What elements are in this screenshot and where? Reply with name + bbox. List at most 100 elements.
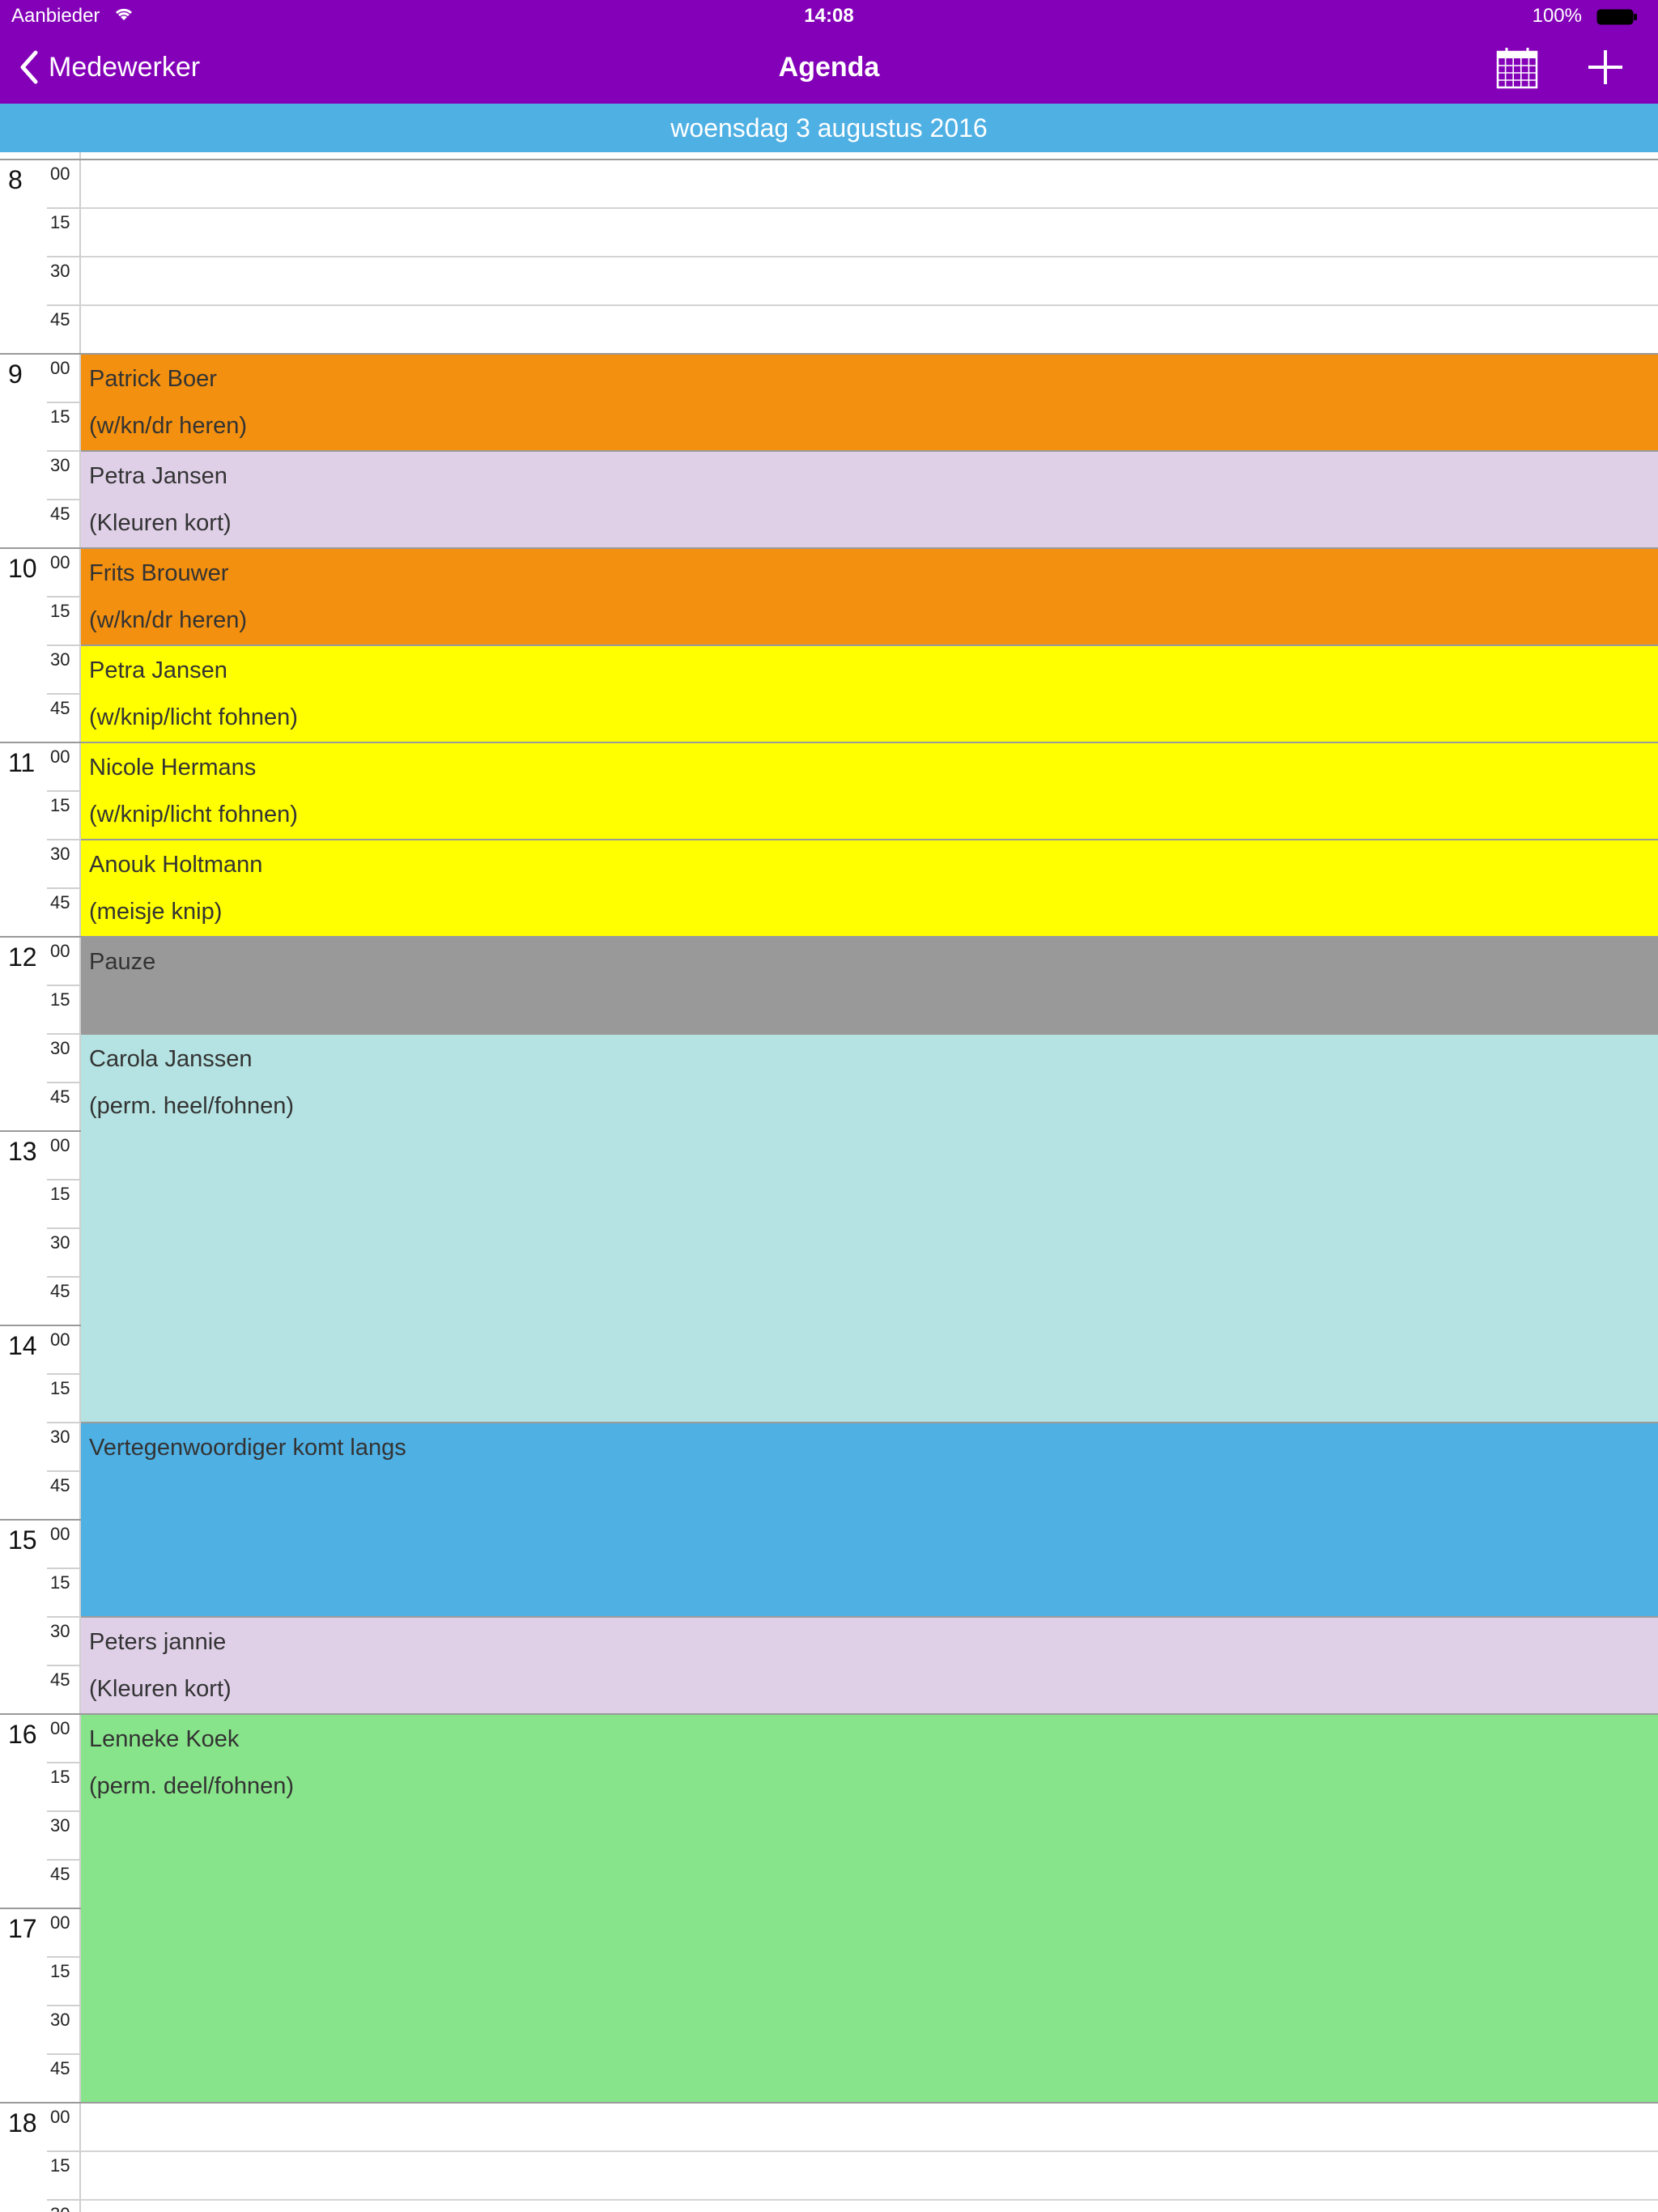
- minute-label: 45: [50, 1281, 70, 1301]
- appointment-client: Peters jannie: [89, 1629, 227, 1655]
- quarter-tick: [47, 1033, 81, 1035]
- minute-label: 30: [50, 1038, 70, 1058]
- minute-label: 30: [50, 261, 70, 281]
- minute-label: 45: [50, 698, 70, 718]
- appointment-block[interactable]: Patrick Boer (w/kn/dr heren): [81, 353, 1658, 450]
- time-slot[interactable]: [81, 159, 1658, 160]
- appointment-block[interactable]: Vertegenwoordiger komt langs: [81, 1422, 1658, 1616]
- quarter-tick: [47, 1082, 81, 1083]
- quarter-tick: [47, 450, 81, 452]
- minute-label: 15: [50, 601, 70, 621]
- minute-label: 00: [50, 164, 70, 184]
- hour-label: 17: [8, 1914, 37, 1943]
- quarter-tick: [47, 1762, 81, 1763]
- quarter-tick: [47, 644, 81, 646]
- appointment-block[interactable]: Peters jannie (Kleuren kort): [81, 1616, 1658, 1713]
- quarter-tick: [47, 985, 81, 986]
- appointment-client: Pauze: [89, 949, 156, 975]
- minute-label: 30: [50, 1621, 70, 1641]
- time-slot[interactable]: [81, 2199, 1658, 2201]
- appointment-service: (perm. heel/fohnen): [89, 1093, 295, 1119]
- minute-label: 30: [50, 1427, 70, 1447]
- appointment-block[interactable]: Pauze: [81, 936, 1658, 1033]
- time-slot[interactable]: [81, 304, 1658, 306]
- appointment-block[interactable]: Petra Jansen (w/knip/licht fohnen): [81, 644, 1658, 742]
- appointment-grid[interactable]: Patrick Boer (w/kn/dr heren) Petra Jansen (…: [81, 152, 1658, 2212]
- hour-label: 15: [8, 1525, 37, 1555]
- minute-label: 15: [50, 2155, 70, 2176]
- quarter-tick: [47, 1956, 81, 1958]
- minute-label: 30: [50, 455, 70, 475]
- time-slot[interactable]: [81, 207, 1658, 209]
- quarter-tick: [47, 1227, 81, 1229]
- minute-label: 15: [50, 1184, 70, 1204]
- battery-icon: [1596, 8, 1639, 25]
- minute-label: 00: [50, 1718, 70, 1738]
- battery-percent: 100%: [1532, 5, 1582, 27]
- appointment-block[interactable]: Nicole Hermans (w/knip/licht fohnen): [81, 742, 1658, 839]
- quarter-tick: [47, 1616, 81, 1618]
- hour-label: 14: [8, 1331, 37, 1360]
- quarter-tick: [47, 1373, 81, 1375]
- time-gutter: 8 00 15 30 45 9 00 15 30 45 10 00 15 30 45 11 00 15 30 45 12…: [0, 152, 81, 2212]
- minute-label: 30: [50, 844, 70, 864]
- appointment-client: Nicole Hermans: [89, 755, 257, 781]
- calendar-button[interactable]: [1493, 44, 1541, 92]
- hour-label: 18: [8, 2108, 37, 2138]
- appointment-block[interactable]: Carola Janssen (perm. heel/fohnen): [81, 1033, 1658, 1422]
- time-slot[interactable]: [81, 2150, 1658, 2152]
- day-agenda[interactable]: 8 00 15 30 45 9 00 15 30 45 10 00 15 30 45 11 00 15 30 45 12…: [0, 152, 1658, 2212]
- quarter-tick: [47, 207, 81, 209]
- time-slot[interactable]: [81, 256, 1658, 257]
- page-title: Agenda: [778, 52, 880, 83]
- quarter-tick: [47, 1179, 81, 1180]
- appointment-client: Petra Jansen: [89, 657, 227, 683]
- appointment-client: Patrick Boer: [89, 366, 217, 392]
- quarter-tick: [47, 1568, 81, 1569]
- quarter-tick: [47, 790, 81, 792]
- appointment-client: Lenneke Koek: [89, 1726, 240, 1752]
- minute-label: 15: [50, 212, 70, 232]
- minute-label: 45: [50, 309, 70, 330]
- hour-divider: [0, 1325, 81, 1326]
- appointment-client: Frits Brouwer: [89, 560, 229, 586]
- minute-label: 15: [50, 406, 70, 427]
- appointment-block[interactable]: Anouk Holtmann (meisje knip): [81, 839, 1658, 936]
- appointment-client: Carola Janssen: [89, 1046, 253, 1072]
- hour-label: 9: [8, 359, 23, 389]
- quarter-tick: [47, 1276, 81, 1278]
- minute-label: 00: [50, 2107, 70, 2127]
- quarter-tick: [47, 693, 81, 695]
- status-bar: Aanbieder 14:08 100%: [0, 0, 1658, 32]
- hour-divider: [0, 742, 81, 743]
- plus-icon: [1588, 50, 1622, 84]
- hour-label: 11: [8, 748, 36, 777]
- minute-label: 00: [50, 552, 70, 572]
- hour-divider: [0, 1713, 81, 1715]
- quarter-tick: [47, 887, 81, 889]
- appointment-service: (w/knip/licht fohnen): [89, 802, 298, 827]
- add-button[interactable]: [1585, 45, 1626, 89]
- appointment-block[interactable]: Frits Brouwer (w/kn/dr heren): [81, 547, 1658, 644]
- appointment-service: (Kleuren kort): [89, 510, 232, 536]
- minute-label: 00: [50, 1912, 70, 1933]
- quarter-tick: [47, 1859, 81, 1861]
- quarter-tick: [47, 256, 81, 257]
- hour-divider: [0, 353, 81, 355]
- minute-label: 15: [50, 1572, 70, 1593]
- minute-label: 45: [50, 1087, 70, 1107]
- appointment-block[interactable]: Lenneke Koek (perm. deel/fohnen): [81, 1713, 1658, 2102]
- minute-label: 45: [50, 1864, 70, 1884]
- minute-label: 30: [50, 2204, 74, 2212]
- minute-label: 00: [50, 747, 70, 767]
- quarter-tick: [47, 1422, 81, 1423]
- time-slot[interactable]: [81, 2102, 1658, 2104]
- minute-label: 15: [50, 1767, 70, 1787]
- minute-label: 15: [50, 1378, 70, 1398]
- hour-divider: [0, 936, 81, 938]
- appointment-block[interactable]: Petra Jansen (Kleuren kort): [81, 450, 1658, 547]
- quarter-tick: [47, 1665, 81, 1666]
- quarter-tick: [47, 596, 81, 598]
- quarter-tick: [47, 2005, 81, 2006]
- hour-divider: [0, 159, 81, 160]
